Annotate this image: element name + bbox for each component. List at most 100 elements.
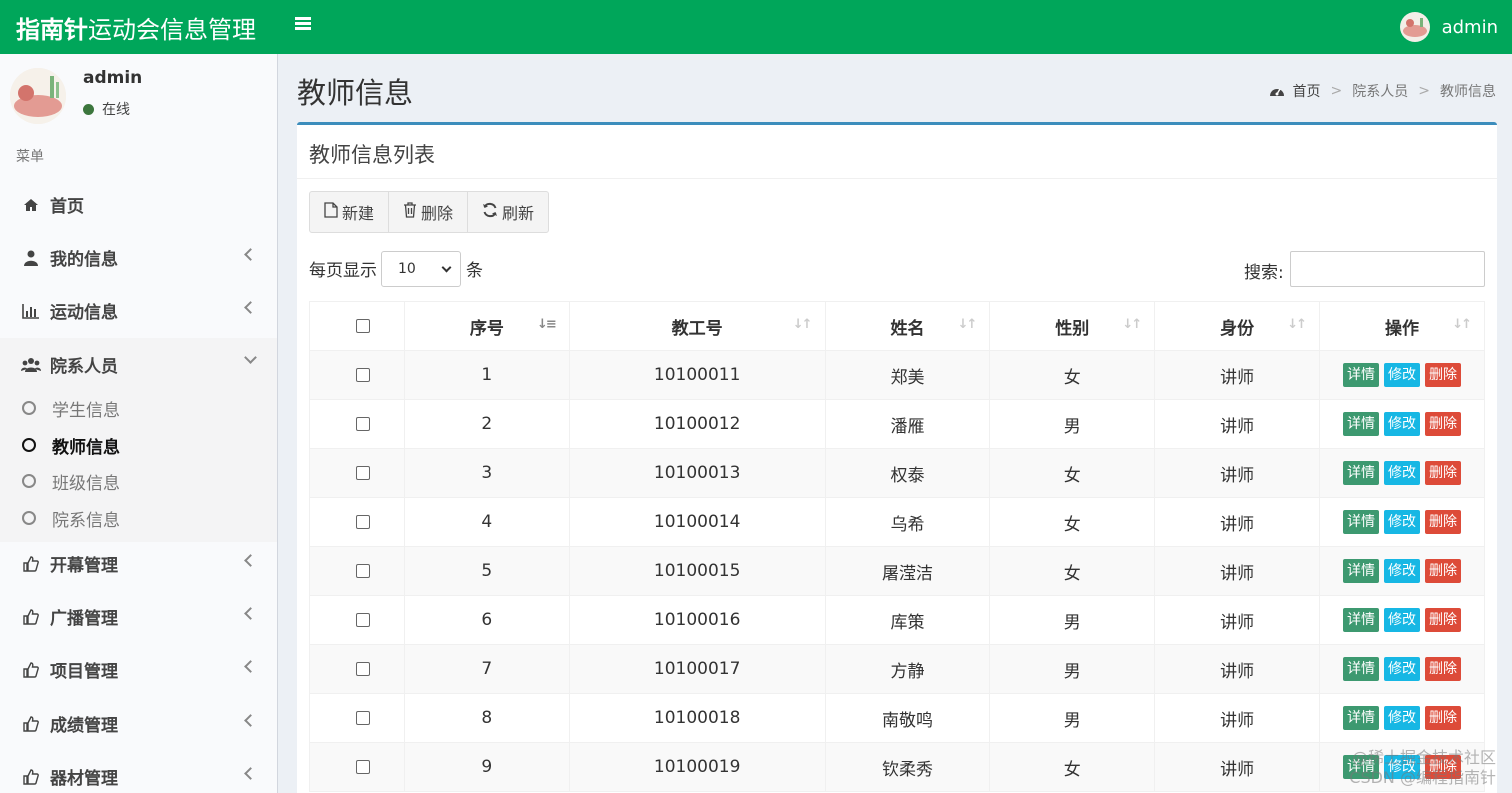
edit-button[interactable]: 修改 [1384,559,1421,583]
edit-button[interactable]: 修改 [1384,608,1421,632]
row-checkbox[interactable] [355,760,370,774]
top-navbar: 指南针 运动会信息管理 admin [0,0,1512,54]
column-header-actions[interactable]: 操作 ↓↑ [1319,301,1485,351]
detail-button[interactable]: 详情 [1343,412,1380,436]
detail-button[interactable]: 详情 [1343,706,1380,730]
avatar [10,68,66,124]
select-all-checkbox-cell [309,301,405,351]
row-checkbox[interactable] [355,515,370,529]
table-row: 5 10100015 屠滢洁女讲师 详情 修改 删除 [309,546,1485,596]
row-checkbox-cell [309,350,405,400]
cell-gender: 男 [989,595,1156,645]
row-delete-button[interactable]: 删除 [1425,608,1462,632]
row-delete-button[interactable]: 删除 [1425,706,1462,730]
row-delete-button[interactable]: 删除 [1425,461,1462,485]
select-all-checkbox[interactable] [355,319,370,333]
sidebar-subitem-class-info[interactable]: 班级信息 [0,463,277,499]
search-input[interactable] [1290,251,1485,287]
row-checkbox[interactable] [355,368,370,382]
sidebar-item-broadcast-management[interactable]: 广播管理 [0,590,277,643]
row-checkbox[interactable] [355,417,370,431]
online-status: 在线 [83,99,130,119]
row-checkbox-cell [309,448,405,498]
refresh-button[interactable]: 刷新 [468,192,548,232]
row-delete-button[interactable]: 删除 [1425,559,1462,583]
edit-button[interactable]: 修改 [1384,363,1421,387]
cell-gender: 男 [989,644,1156,694]
breadcrumb-department-staff[interactable]: 院系人员 [1352,81,1408,101]
sidebar-subitem-student-info[interactable]: 学生信息 [0,390,277,426]
table-row: 3 10100013 权泰女讲师 详情 修改 删除 [309,448,1485,498]
row-checkbox-cell [309,497,405,547]
sidebar-item-sport-info[interactable]: 运动信息 [0,284,277,337]
detail-button[interactable]: 详情 [1343,461,1380,485]
sidebar-item-score-management[interactable]: 成绩管理 [0,697,277,750]
row-delete-button[interactable]: 删除 [1425,412,1462,436]
cell-staff-id: 10100011 [568,350,826,400]
sidebar-item-department-staff[interactable]: 院系人员 [0,338,277,391]
row-delete-button[interactable]: 删除 [1425,657,1462,681]
detail-button[interactable]: 详情 [1343,657,1380,681]
row-checkbox-cell [309,693,405,743]
cell-staff-id: 10100012 [568,399,826,449]
new-button[interactable]: 新建 [310,192,390,232]
delete-button[interactable]: 删除 [389,192,469,232]
chevron-left-icon [244,301,257,314]
sidebar-item-equipment-management[interactable]: 器材管理 [0,750,277,793]
edit-button[interactable]: 修改 [1384,706,1421,730]
detail-button[interactable]: 详情 [1343,363,1380,387]
user-icon [20,250,42,266]
edit-button[interactable]: 修改 [1384,657,1421,681]
sidebar-item-event-management[interactable]: 项目管理 [0,643,277,696]
cell-staff-id: 10100015 [568,546,826,596]
detail-button[interactable]: 详情 [1343,510,1380,534]
circle-icon [22,511,36,525]
column-header-gender[interactable]: 性别 ↓↑ [989,301,1156,351]
sort-icon: ↓↑ [1452,317,1472,332]
chevron-left-icon [244,660,257,673]
trash-icon [403,202,417,222]
sidebar-item-opening-management[interactable]: 开幕管理 [0,537,277,590]
row-delete-button[interactable]: 删除 [1425,363,1462,387]
column-header-no[interactable]: 序号 ↓≡ [403,301,570,351]
cell-role: 讲师 [1154,497,1321,547]
table-row: 8 10100018 南敬鸣男讲师 详情 修改 删除 [309,693,1485,743]
row-checkbox[interactable] [355,711,370,725]
edit-button[interactable]: 修改 [1384,510,1421,534]
breadcrumb-home[interactable]: 首页 [1293,81,1321,101]
row-checkbox[interactable] [355,564,370,578]
cell-name: 库策 [824,595,991,645]
divider [297,178,1497,179]
cell-gender: 男 [989,399,1156,449]
sidebar-toggle-icon[interactable] [292,15,314,37]
column-header-staff-id[interactable]: 教工号 ↓↑ [568,301,826,351]
cell-no: 6 [403,595,570,645]
menu-header: 菜单 [16,149,44,165]
row-checkbox-cell [309,546,405,596]
sidebar-subitem-label: 院系信息 [52,510,120,531]
row-checkbox[interactable] [355,613,370,627]
edit-button[interactable]: 修改 [1384,461,1421,485]
detail-button[interactable]: 详情 [1343,559,1380,583]
sidebar-subitem-department-info[interactable]: 院系信息 [0,500,277,536]
column-header-name[interactable]: 姓名 ↓↑ [824,301,991,351]
page-length-select[interactable]: 10 [381,251,461,287]
detail-button[interactable]: 详情 [1343,608,1380,632]
sidebar-item-home[interactable]: 首页 [0,178,277,231]
edit-button[interactable]: 修改 [1384,412,1421,436]
row-delete-button[interactable]: 删除 [1425,510,1462,534]
sidebar-subitem-teacher-info[interactable]: 教师信息 [0,427,277,463]
column-header-role[interactable]: 身份 ↓↑ [1154,301,1321,351]
cell-no: 1 [403,350,570,400]
cell-no: 8 [403,693,570,743]
cell-name: 郑美 [824,350,991,400]
cell-actions: 详情 修改 删除 [1319,595,1485,645]
user-menu[interactable]: admin [1399,9,1498,45]
thumbs-up-icon [20,555,42,572]
app-logo[interactable]: 指南针 运动会信息管理 [0,0,278,54]
thumbs-up-icon [20,768,42,785]
cell-name: 权泰 [824,448,991,498]
row-checkbox[interactable] [355,662,370,676]
sidebar-item-my-info[interactable]: 我的信息 [0,231,277,284]
row-checkbox[interactable] [355,466,370,480]
